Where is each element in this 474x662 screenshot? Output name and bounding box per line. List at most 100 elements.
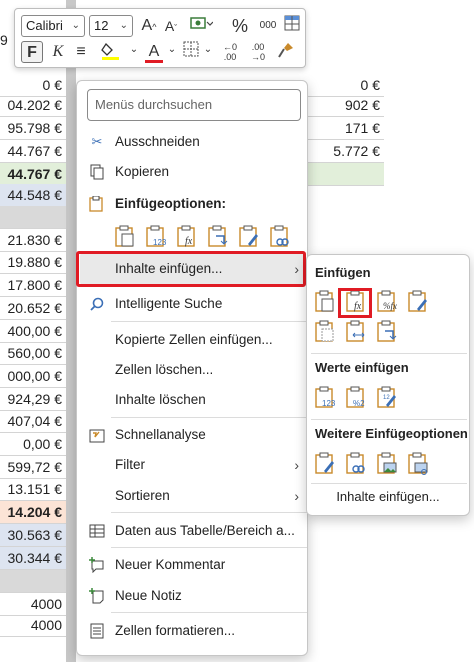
cell-a[interactable]: 560,00 € xyxy=(0,342,66,365)
format-painter-icon[interactable] xyxy=(275,41,297,63)
cell-a[interactable]: 44.767 € xyxy=(0,163,66,186)
submenu-divider xyxy=(311,419,467,420)
menu-item-label: Neuer Kommentar xyxy=(115,557,226,572)
cell-a[interactable]: 04.202 € xyxy=(0,94,66,117)
font-size-value: 12 xyxy=(94,18,109,33)
cell-a[interactable]: 19.880 € xyxy=(0,251,66,274)
font-name-select[interactable]: Calibri ⌄ xyxy=(21,15,85,37)
paste-link-icon[interactable] xyxy=(268,224,292,248)
cell-a[interactable]: 924,29 € xyxy=(0,388,66,411)
svg-text:%fx: %fx xyxy=(383,301,397,311)
chevron-right-icon: › xyxy=(294,488,299,504)
paste-formatting-icon[interactable] xyxy=(237,224,261,248)
menu-item-quick-analysis[interactable]: Schnellanalyse xyxy=(77,420,309,450)
paste-values-number-format-icon[interactable]: %2 xyxy=(344,385,370,411)
thousands-separator-button[interactable]: 000 xyxy=(255,15,281,37)
font-color-button[interactable]: A xyxy=(143,41,165,63)
cell-a[interactable]: 95.798 € xyxy=(0,117,66,140)
paste-submenu: Einfügen fx %fx Werte einfügen 123 %2 12 We… xyxy=(306,254,470,516)
paste-link-icon[interactable] xyxy=(344,451,370,477)
paste-icon[interactable] xyxy=(313,289,339,315)
paste-formatting-icon[interactable] xyxy=(313,451,339,477)
menu-item-table-data[interactable]: Daten aus Tabelle/Bereich a... xyxy=(77,516,309,546)
submenu-paste-special-link[interactable]: Inhalte einfügen... xyxy=(307,487,469,507)
align-center-button[interactable]: ≡ xyxy=(71,41,91,63)
paste-picture-icon[interactable] xyxy=(375,451,401,477)
cell-a[interactable]: 599,72 € xyxy=(0,456,66,479)
chevron-down-icon[interactable]: ⌄ xyxy=(167,39,177,61)
menu-search-input[interactable]: Menüs durchsuchen xyxy=(87,89,301,121)
menu-item-label: Daten aus Tabelle/Bereich a... xyxy=(115,523,295,538)
paste-keep-source-formatting-icon[interactable] xyxy=(406,289,432,315)
cell-a[interactable]: 44.767 € xyxy=(0,140,66,163)
number-format-icon[interactable] xyxy=(187,15,215,37)
paste-values-source-formatting-icon[interactable]: 12 xyxy=(375,385,401,411)
svg-text:%2: %2 xyxy=(353,399,365,408)
cell-a[interactable]: 4000 xyxy=(0,614,66,637)
chevron-down-icon: ⌄ xyxy=(71,20,80,31)
paste-linked-picture-icon[interactable] xyxy=(406,451,432,477)
font-size-select[interactable]: 12 ⌄ xyxy=(89,15,133,37)
menu-item-clear-contents[interactable]: Inhalte löschen xyxy=(77,385,309,415)
cell-a[interactable]: 4000 xyxy=(0,593,66,616)
cell-a[interactable]: 30.563 € xyxy=(0,524,66,547)
table-format-icon[interactable] xyxy=(283,15,301,37)
paste-values-icon[interactable]: 123 xyxy=(144,224,168,248)
borders-icon[interactable] xyxy=(181,41,201,63)
paste-no-borders-icon[interactable] xyxy=(313,319,339,345)
cell-a[interactable]: 20.652 € xyxy=(0,297,66,320)
cell-a[interactable]: 000,00 € xyxy=(0,365,66,388)
svg-text:fx: fx xyxy=(185,236,193,247)
menu-item-new-note[interactable]: Neue Notiz xyxy=(77,581,309,611)
percent-button[interactable]: % xyxy=(229,15,251,37)
cell-a[interactable]: 44.548 € xyxy=(0,184,66,207)
cell-a[interactable]: 30.344 € xyxy=(0,547,66,570)
menu-item-label: Inhalte löschen xyxy=(115,392,206,407)
cell-a[interactable]: 17.800 € xyxy=(0,274,66,297)
menu-item-sort[interactable]: Sortieren › xyxy=(77,481,309,511)
font-name-value: Calibri xyxy=(26,18,63,33)
cell-a[interactable] xyxy=(0,570,66,593)
bold-button[interactable]: F xyxy=(21,41,43,63)
format-cells-icon xyxy=(89,623,105,639)
paste-values-icon[interactable]: 123 xyxy=(313,385,339,411)
decrease-decimal-button[interactable]: .00 →0 xyxy=(247,42,269,64)
cell-a[interactable]: 0,00 € xyxy=(0,433,66,456)
italic-button[interactable]: K xyxy=(49,41,67,63)
menu-item-cut[interactable]: ✂ Ausschneiden xyxy=(77,127,309,157)
fill-color-button[interactable] xyxy=(97,41,127,63)
paste-icon[interactable] xyxy=(113,224,137,248)
search-icon xyxy=(89,296,105,312)
menu-item-label: Sortieren xyxy=(115,488,170,503)
menu-item-new-comment[interactable]: Neuer Kommentar xyxy=(77,550,309,580)
quick-analysis-icon xyxy=(89,427,105,443)
menu-item-delete-cells[interactable]: Zellen löschen... xyxy=(77,355,309,385)
paste-transpose-icon[interactable] xyxy=(375,319,401,345)
chevron-down-icon[interactable]: ⌄ xyxy=(203,39,213,61)
menu-item-copy[interactable]: Kopieren xyxy=(77,157,309,187)
cell-a[interactable]: 407,04 € xyxy=(0,410,66,433)
cell-a[interactable] xyxy=(0,206,66,229)
cell-a[interactable]: 21.830 € xyxy=(0,229,66,252)
cell-a[interactable]: 14.204 € xyxy=(0,501,66,524)
paste-column-widths-icon[interactable] xyxy=(344,319,370,345)
menu-item-filter[interactable]: Filter › xyxy=(77,450,309,480)
mini-toolbar: Calibri ⌄ 12 ⌄ A^ Aˇ % 000 F K ≡ ⌄ A ⌄ ⌄… xyxy=(14,8,306,68)
menu-item-insert-copied-cells[interactable]: Kopierte Zellen einfügen... xyxy=(77,325,309,355)
menu-item-label: Schnellanalyse xyxy=(115,427,206,442)
grow-font-button[interactable]: A^ xyxy=(139,15,159,37)
highlight-box-paste-special xyxy=(76,251,306,287)
increase-decimal-button[interactable]: ←0.00 xyxy=(219,42,241,64)
cell-a[interactable]: 400,00 € xyxy=(0,320,66,343)
menu-item-format-cells[interactable]: Zellen formatieren... xyxy=(77,616,309,646)
shrink-font-button[interactable]: Aˇ xyxy=(161,15,181,37)
paste-formulas-number-format-icon[interactable]: %fx xyxy=(375,289,401,315)
chevron-down-icon: ⌄ xyxy=(119,20,128,31)
paste-formulas-icon[interactable]: fx xyxy=(175,224,199,248)
paste-transpose-icon[interactable] xyxy=(206,224,230,248)
menu-item-label: Neue Notiz xyxy=(115,588,182,603)
menu-item-smart-lookup[interactable]: Intelligente Suche xyxy=(77,289,309,319)
submenu-values-header: Werte einfügen xyxy=(315,360,409,375)
chevron-down-icon[interactable]: ⌄ xyxy=(129,39,139,61)
cell-a[interactable]: 13.151 € xyxy=(0,478,66,501)
